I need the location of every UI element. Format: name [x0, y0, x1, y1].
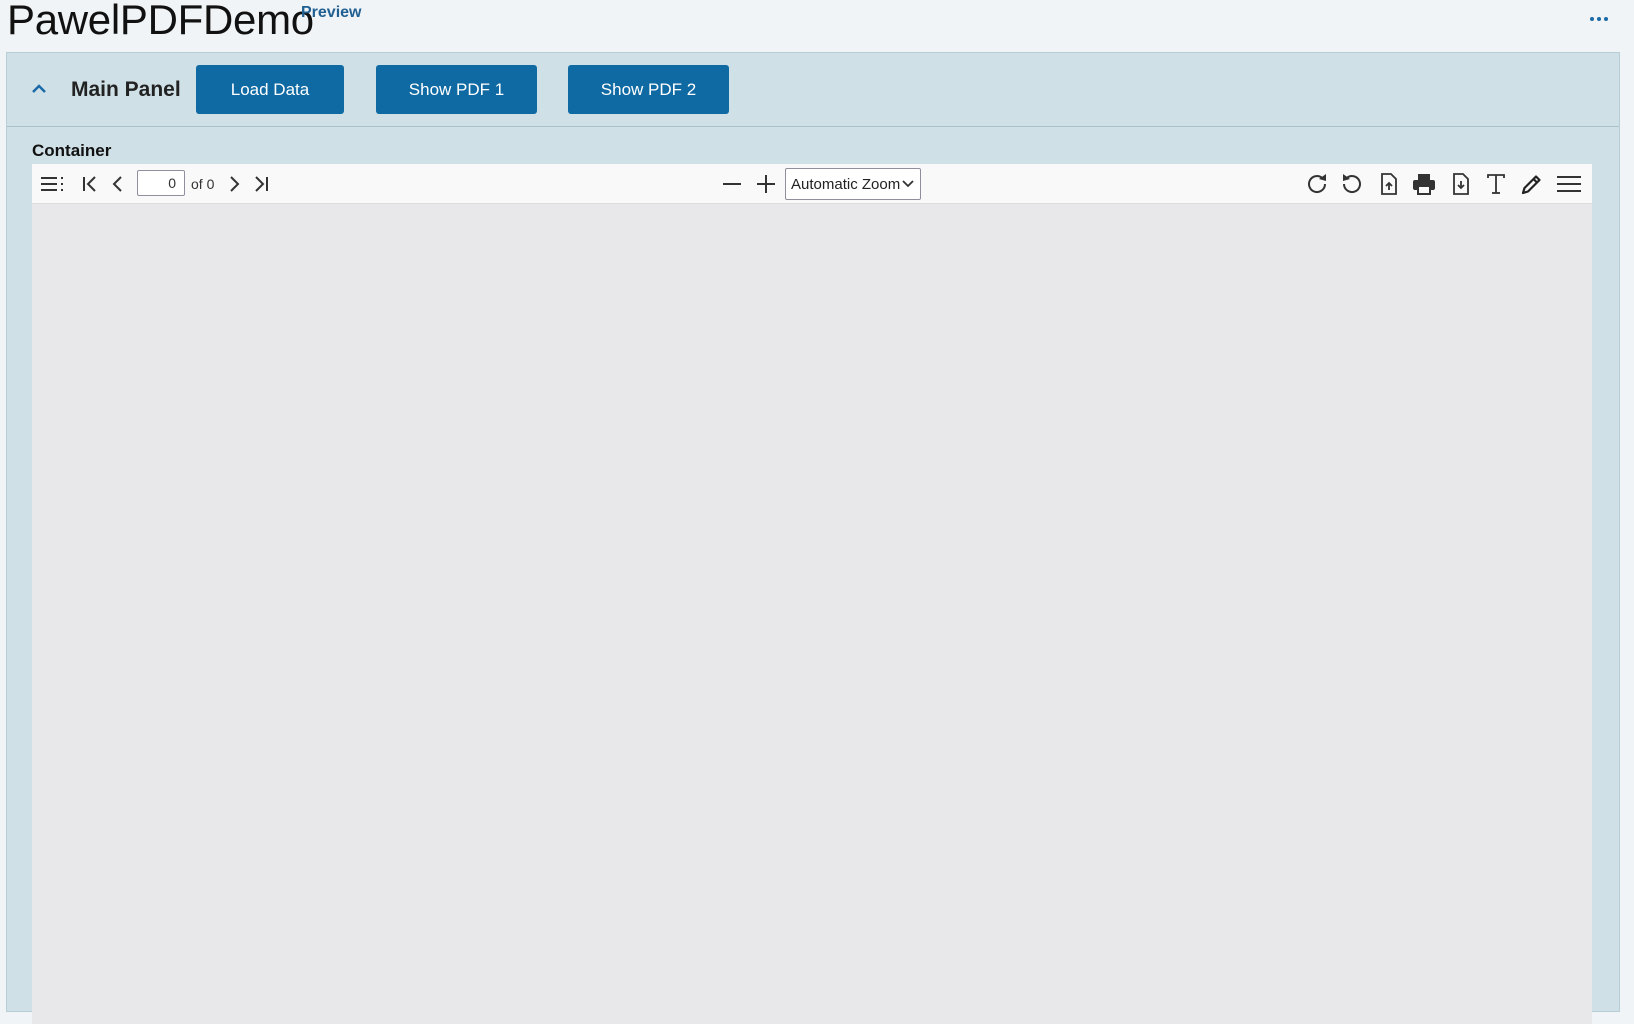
- zoom-out-icon[interactable]: [718, 170, 746, 198]
- container-label: Container: [32, 141, 112, 160]
- next-page-icon[interactable]: [220, 170, 248, 198]
- page-count: of 0: [191, 176, 215, 192]
- panel-header: Main Panel Load Data Show PDF 1 Show PDF…: [7, 53, 1619, 127]
- page-number-input[interactable]: [137, 170, 185, 196]
- chevron-down-icon: [902, 180, 914, 188]
- rotate-clockwise-icon[interactable]: [1303, 170, 1331, 198]
- last-page-icon[interactable]: [246, 170, 274, 198]
- show-pdf-2-button[interactable]: Show PDF 2: [568, 65, 729, 114]
- tools-menu-icon[interactable]: [1555, 170, 1583, 198]
- zoom-select-value: Automatic Zoom: [791, 175, 901, 193]
- open-file-icon[interactable]: [1375, 170, 1403, 198]
- previous-page-icon[interactable]: [104, 170, 132, 198]
- print-icon[interactable]: [1410, 170, 1438, 198]
- chevron-up-icon[interactable]: [27, 79, 51, 99]
- preview-badge: Preview: [301, 4, 362, 21]
- zoom-select[interactable]: Automatic Zoom: [785, 168, 921, 200]
- text-tool-icon[interactable]: [1482, 170, 1510, 198]
- app-header: PawelPDFDemo Preview: [0, 0, 1634, 52]
- sidebar-toggle-icon[interactable]: [38, 170, 66, 198]
- load-data-button[interactable]: Load Data: [196, 65, 344, 114]
- main-panel: Main Panel Load Data Show PDF 1 Show PDF…: [6, 52, 1620, 1024]
- zoom-in-icon[interactable]: [752, 170, 780, 198]
- pdf-viewer: of 0 Automatic Zoom: [32, 164, 1592, 1024]
- pdf-toolbar: of 0 Automatic Zoom: [32, 164, 1592, 204]
- ellipsis-icon[interactable]: [1583, 8, 1615, 30]
- rotate-counterclockwise-icon[interactable]: [1338, 170, 1366, 198]
- app-title: PawelPDFDemo: [7, 0, 314, 43]
- first-page-icon[interactable]: [77, 170, 105, 198]
- draw-tool-icon[interactable]: [1518, 170, 1546, 198]
- show-pdf-1-button[interactable]: Show PDF 1: [376, 65, 537, 114]
- download-icon[interactable]: [1447, 170, 1475, 198]
- panel-title: Main Panel: [71, 78, 181, 101]
